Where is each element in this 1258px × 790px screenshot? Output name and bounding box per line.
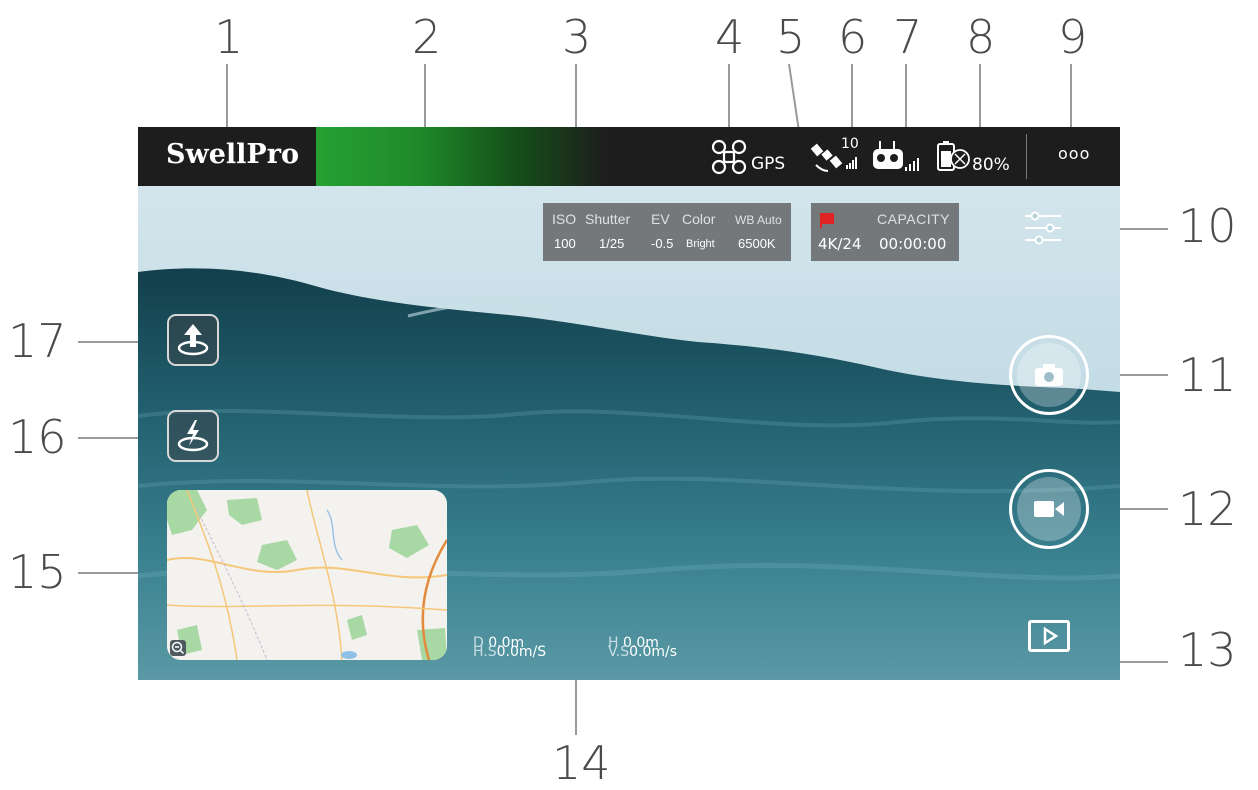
callout-2: 2 [412, 10, 442, 64]
callout-9: 9 [1058, 10, 1088, 64]
callout-6: 6 [838, 10, 868, 64]
callout-16: 16 [8, 410, 67, 464]
camera-settings-panel[interactable]: ISO Shutter EV Color WB Auto 100 1/25 -0… [543, 203, 791, 261]
battery-status[interactable]: 80% [936, 135, 1010, 179]
menu-divider [1026, 134, 1027, 179]
mini-map[interactable] [167, 490, 447, 660]
iso-value: 100 [554, 236, 576, 251]
leader-line-8 [979, 64, 981, 128]
satellite-count: 10 [841, 136, 859, 152]
callout-8: 8 [966, 10, 996, 64]
callout-13: 13 [1178, 623, 1237, 677]
ev-value: -0.5 [651, 236, 674, 251]
shutter-value: 1/25 [599, 236, 625, 251]
horizontal-speed-value: 0.0m/S [496, 644, 547, 660]
horizontal-speed-label: H.S [473, 644, 497, 660]
color-header: Color [682, 211, 716, 227]
wb-value: 6500K [738, 236, 776, 251]
annotated-screenshot: 1 2 3 4 5 6 7 8 9 10 11 12 13 14 15 16 1… [0, 0, 1258, 790]
camera-icon[interactable] [1009, 335, 1089, 415]
record-time-value: 00:00:00 [879, 235, 947, 253]
ev-header: EV [651, 211, 670, 227]
top-status-bar: SwellPro GPS 10 80% ooo [138, 127, 1120, 186]
recording-info-panel: CAPACITY 4K/24 00:00:00 [811, 203, 959, 261]
capacity-label: CAPACITY [877, 211, 950, 227]
zoom-out-icon[interactable] [170, 640, 186, 656]
swellpro-logo: SwellPro [166, 139, 299, 170]
drone-icon [711, 139, 747, 175]
horizontal-speed-line: H.S0.0m/S [473, 644, 546, 660]
sliders-icon[interactable] [1023, 208, 1063, 248]
vertical-speed-line: V.S0.0m/s [608, 644, 677, 660]
callout-15: 15 [8, 545, 67, 599]
shutter-header: Shutter [585, 211, 631, 227]
callout-5: 5 [776, 10, 806, 64]
callout-1: 1 [214, 10, 244, 64]
drone-battery-icon [937, 141, 970, 171]
iso-header: ISO [552, 211, 577, 227]
video-camera-icon[interactable] [1009, 469, 1089, 549]
signal-bars-icon [846, 157, 857, 169]
remote-controller-icon [873, 141, 903, 169]
callout-4: 4 [715, 10, 745, 64]
callout-17: 17 [8, 314, 67, 368]
callout-14: 14 [552, 736, 611, 790]
satellite-icon [810, 143, 843, 172]
controller-status[interactable] [872, 135, 919, 179]
takeoff-icon[interactable] [167, 314, 219, 366]
resolution-value: 4K/24 [818, 235, 862, 253]
wb-header: WB Auto [735, 213, 782, 227]
battery-percent: 80% [972, 155, 1010, 175]
callout-10: 10 [1178, 199, 1237, 253]
vertical-speed-label: V.S [608, 644, 630, 660]
callout-11: 11 [1178, 348, 1237, 402]
callout-12: 12 [1178, 482, 1237, 536]
vertical-speed-value: 0.0m/s [629, 644, 678, 660]
controller-signal-icon [905, 158, 919, 171]
callout-7: 7 [893, 10, 923, 64]
return-home-icon[interactable] [167, 410, 219, 462]
live-camera-view: ISO Shutter EV Color WB Auto 100 1/25 -0… [138, 186, 1120, 680]
satellite-status[interactable]: 10 [810, 135, 859, 179]
leader-line-1 [226, 64, 228, 128]
leader-line-2 [424, 64, 426, 128]
signal-strength-bar [316, 127, 606, 186]
callout-3: 3 [562, 10, 592, 64]
gps-status[interactable]: GPS [709, 135, 785, 179]
play-icon[interactable] [1028, 620, 1070, 652]
recording-flag-icon [820, 213, 834, 228]
gps-label: GPS [751, 154, 786, 174]
color-value: Bright [686, 238, 715, 250]
more-menu-button[interactable]: ooo [1058, 144, 1090, 163]
drone-camera-app: ISO Shutter EV Color WB Auto 100 1/25 -0… [138, 127, 1120, 680]
